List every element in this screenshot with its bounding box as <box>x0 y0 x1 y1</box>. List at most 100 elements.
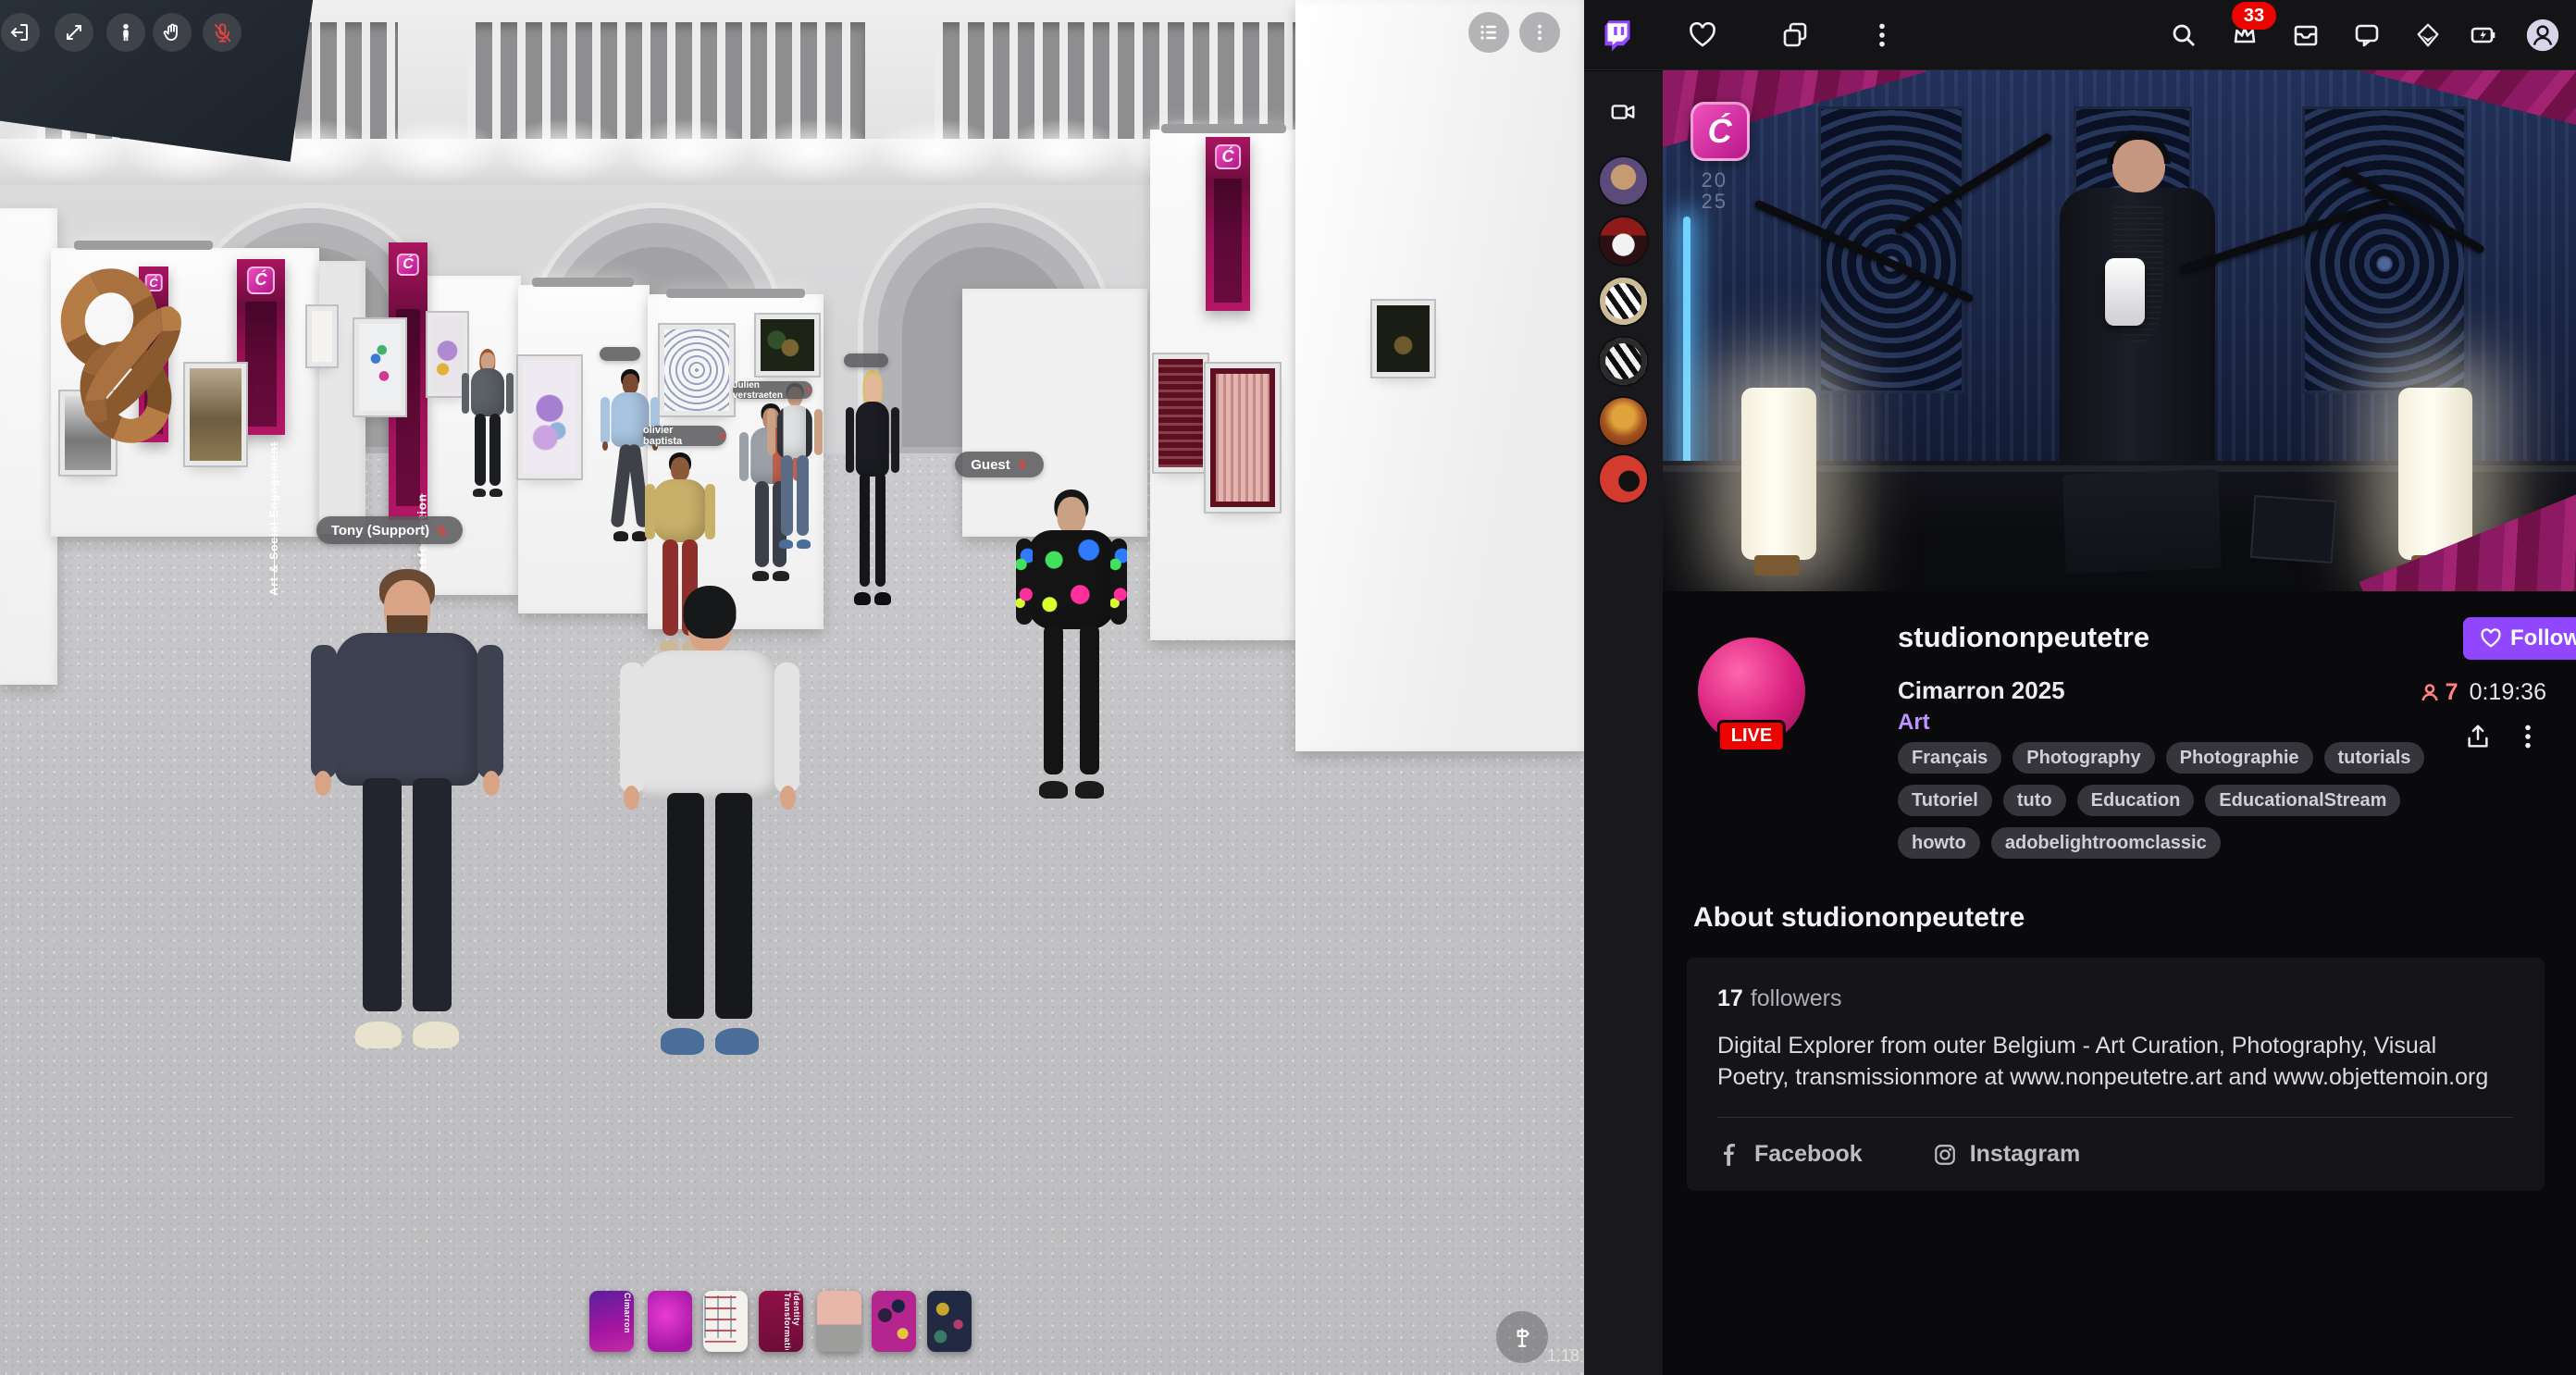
blue-sketch-artwork <box>664 329 729 411</box>
cimarron-logo: Ć <box>247 266 275 294</box>
track-light <box>1161 124 1286 133</box>
avatar-name: Guest <box>971 457 1010 473</box>
instagram-icon <box>1933 1143 1957 1167</box>
channel-avatar-striped-logo-dark[interactable] <box>1600 338 1647 385</box>
inbox-button[interactable] <box>2284 13 2328 57</box>
microphone-muted-icon <box>805 386 812 394</box>
artwork-thumbnail[interactable]: Cimarron <box>589 1291 634 1352</box>
cimarron-logo: Ć <box>397 254 419 276</box>
banner-stripe <box>1214 179 1243 303</box>
heart-icon <box>1688 20 1717 50</box>
scene-avatar-vest-guy[interactable] <box>766 378 824 549</box>
white-microphone <box>2105 258 2145 326</box>
virtual-gallery-scene[interactable]: Ć Ć Art & Social Engagement Ć Identity &… <box>0 0 1584 1375</box>
stream-manager-button[interactable] <box>2461 13 2506 57</box>
artwork-thumbnail[interactable] <box>927 1291 972 1352</box>
fullscreen-icon <box>63 21 85 43</box>
stream-manager-icon <box>2469 20 2498 50</box>
followers-count: 17 <box>1717 985 1743 1011</box>
avatar-person-icon <box>116 22 136 43</box>
artwork-thumbnail[interactable] <box>817 1291 861 1352</box>
channel-more-button[interactable] <box>2516 723 2540 753</box>
tag[interactable]: Photography <box>2012 742 2154 774</box>
channel-avatar-streamer-face[interactable] <box>1600 157 1647 204</box>
exit-button[interactable] <box>1 13 40 52</box>
channel-avatar-striped-logo-light[interactable] <box>1600 278 1647 325</box>
scene-avatar-back-turned[interactable] <box>622 574 798 1055</box>
scene-menu-button[interactable] <box>1519 12 1560 53</box>
profile-menu-button[interactable] <box>2520 13 2565 57</box>
instagram-label: Instagram <box>1970 1141 2080 1168</box>
abstract-artwork <box>432 317 463 391</box>
following-button[interactable] <box>1680 13 1725 57</box>
instagram-link[interactable]: Instagram <box>1933 1141 2080 1168</box>
waypoint-button[interactable] <box>1496 1311 1548 1363</box>
wave-hand-icon <box>161 21 183 43</box>
tag[interactable]: tuto <box>2003 785 2066 816</box>
dark-red-pattern-artwork <box>1158 359 1203 467</box>
tag[interactable]: Education <box>2077 785 2195 816</box>
search-icon <box>2169 20 2198 50</box>
avatar-mode-button[interactable] <box>106 13 145 52</box>
artwork-thumbnail[interactable] <box>872 1291 916 1352</box>
artwork-thumbnail[interactable]: Identity Transformation <box>759 1291 803 1352</box>
share-button[interactable] <box>2464 723 2492 753</box>
participant-list-button[interactable] <box>1468 12 1509 53</box>
exhibition-panel <box>0 208 57 685</box>
live-channels-button[interactable] <box>1601 90 1645 134</box>
follow-button[interactable]: Follow <box>2463 617 2576 660</box>
scene-avatar-redhead[interactable] <box>461 344 514 497</box>
microphone-muted-icon <box>436 525 448 537</box>
track-light <box>532 278 634 287</box>
tag[interactable]: howto <box>1898 827 1980 859</box>
scene-avatar-guest[interactable] <box>1014 479 1129 799</box>
viewer-count: 7 <box>2419 679 2458 706</box>
profile-avatar <box>2526 15 2559 56</box>
more-menu-button[interactable] <box>1860 13 1904 57</box>
channel-avatar-skull-bandana[interactable] <box>1600 217 1647 265</box>
twitch-topbar: 33 <box>1584 0 2576 70</box>
microphone-muted-icon <box>212 22 233 43</box>
video-camera-icon <box>1609 98 1637 126</box>
bits-button[interactable] <box>2406 13 2450 57</box>
list-icon <box>1478 21 1500 43</box>
scene-avatar-tony-support[interactable] <box>315 553 500 1048</box>
cimarron-logo: Ć <box>1215 144 1241 170</box>
tag[interactable]: Photographie <box>2166 742 2313 774</box>
scene-avatar-blonde-woman[interactable] <box>840 363 905 605</box>
avatar-name-label: Tony (Support) <box>316 516 463 544</box>
wave-button[interactable] <box>153 13 192 52</box>
avatar-name-label <box>600 347 640 361</box>
banner-stripe <box>245 302 276 427</box>
facebook-link[interactable]: Facebook <box>1717 1141 1863 1168</box>
tag[interactable]: EducationalStream <box>2205 785 2400 816</box>
avatar-name-label: Julien verstraeten <box>733 381 812 399</box>
artwork-thumbnail[interactable] <box>648 1291 692 1352</box>
channel-avatar-red-dragon[interactable] <box>1600 455 1647 502</box>
fullscreen-button[interactable] <box>55 13 93 52</box>
tag[interactable]: adobelightroomclassic <box>1991 827 2221 859</box>
tag[interactable]: tutorials <box>2324 742 2425 774</box>
tag[interactable]: Tutoriel <box>1898 785 1992 816</box>
app-window: Ć Ć Art & Social Engagement Ć Identity &… <box>0 0 2576 1375</box>
whispers-button[interactable] <box>2345 13 2389 57</box>
tag[interactable]: Français <box>1898 742 2001 774</box>
twitch-home-button[interactable] <box>1595 13 1640 57</box>
dark-scene-artwork <box>761 319 814 371</box>
studio-art-print <box>2302 106 2467 393</box>
browse-button[interactable] <box>1773 13 1817 57</box>
cimarron-logo: Ć <box>1690 102 1750 161</box>
microphone-mute-button[interactable] <box>203 13 242 52</box>
channel-avatar-monkey-king[interactable] <box>1600 398 1647 445</box>
followed-channels-sidebar <box>1584 71 1663 1375</box>
about-heading: About studiononpeutetre <box>1693 902 2025 934</box>
microphone-muted-icon <box>718 431 726 440</box>
artwork-thumbnail[interactable] <box>703 1291 748 1352</box>
notification-count-badge: 33 <box>2232 2 2276 30</box>
dark-scene-artwork <box>1377 305 1430 372</box>
studio-art-print <box>1818 106 1964 393</box>
channel-name[interactable]: studiononpeutetre <box>1898 621 2149 654</box>
search-button[interactable] <box>2161 13 2206 57</box>
stream-video-player[interactable]: Ć 2025 <box>1663 70 2576 591</box>
stream-uptime: 0:19:36 <box>2470 679 2546 706</box>
